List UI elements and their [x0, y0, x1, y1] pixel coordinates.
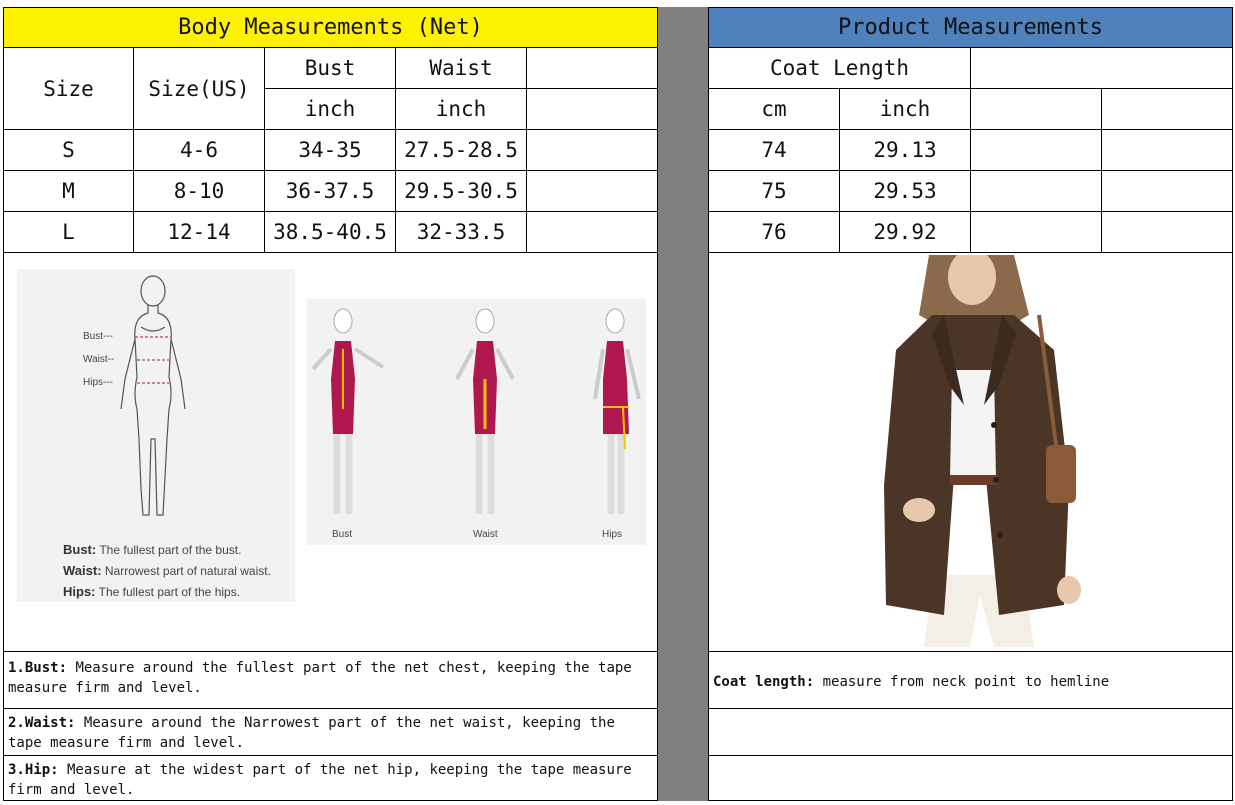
waist-note-term: 2.Waist:: [8, 715, 76, 731]
legend-bust-term: Bust:: [63, 542, 97, 557]
hips-label: Hips---: [83, 377, 113, 388]
body-figure-card: Bust--- Waist-- Hips--- Bust: The fulles…: [17, 269, 295, 602]
hips-dress-figure: [593, 308, 641, 514]
body-outline-figure: [120, 275, 186, 516]
legend-waist-desc: Narrowest part of natural waist.: [104, 564, 271, 578]
table-cell-waist: 29.5-30.5: [395, 170, 527, 212]
table-cell-waist: 27.5-28.5: [395, 129, 527, 171]
legend-waist-term: Waist:: [63, 563, 102, 578]
bust-label: Bust---: [83, 331, 113, 342]
table-cell-empty: [1101, 211, 1233, 253]
table-cell-empty: [526, 211, 658, 253]
dress-figures-card: Bust Waist Hips: [307, 299, 646, 545]
table-cell-inch: 29.13: [839, 129, 971, 171]
legend-hips-desc: The fullest part of the hips.: [98, 585, 241, 599]
legend-bust: Bust: The fullest part of the bust.: [63, 542, 241, 557]
unit-empty: [526, 88, 658, 130]
table-cell-cm: 75: [708, 170, 840, 212]
table-cell-empty: [526, 170, 658, 212]
table-cell-size-us: 12-14: [133, 211, 265, 253]
header-size-us: Size(US): [133, 47, 265, 130]
caption-bust: Bust: [332, 529, 353, 540]
empty-note-row: [708, 708, 1233, 756]
unit-inch: inch: [839, 88, 971, 130]
coat-length-note-term: Coat length:: [713, 674, 815, 690]
product-photo-panel: [708, 252, 1233, 652]
body-measurements-title: Body Measurements (Net): [3, 7, 658, 48]
table-cell-bust: 36-37.5: [264, 170, 396, 212]
header-empty: [526, 47, 658, 89]
table-cell-bust: 38.5-40.5: [264, 211, 396, 253]
legend-waist: Waist: Narrowest part of natural waist.: [63, 563, 271, 578]
model-wearing-coat-photo: [824, 255, 1124, 647]
waist-label: Waist--: [83, 354, 115, 365]
header-coat-length: Coat Length: [708, 47, 971, 89]
table-cell-empty: [970, 211, 1102, 253]
table-cell-size-us: 4-6: [133, 129, 265, 171]
caption-hips: Hips: [602, 529, 623, 540]
table-cell-cm: 76: [708, 211, 840, 253]
table-cell-inch: 29.53: [839, 170, 971, 212]
header-size: Size: [3, 47, 134, 130]
header-waist: Waist: [395, 47, 527, 89]
product-measurements-title: Product Measurements: [708, 7, 1233, 48]
header-empty: [970, 47, 1233, 89]
waist-dress-figure: [455, 308, 515, 514]
table-cell-cm: 74: [708, 129, 840, 171]
table-cell-empty: [1101, 170, 1233, 212]
legend-hips: Hips: The fullest part of the hips.: [63, 584, 240, 599]
waist-note-text: Measure around the Narrowest part of the…: [8, 715, 615, 751]
table-cell-size-us: 8-10: [133, 170, 265, 212]
bust-note-term: 1.Bust:: [8, 660, 68, 676]
dress-silhouettes: [311, 308, 641, 514]
bust-note: 1.Bust: Measure around the fullest part …: [3, 651, 658, 709]
table-cell-empty: [970, 129, 1102, 171]
table-cell-size: S: [3, 129, 134, 171]
column-divider: [657, 7, 708, 801]
hip-note: 3.Hip: Measure at the widest part of the…: [3, 755, 658, 801]
coat-length-note: Coat length: measure from neck point to …: [708, 651, 1233, 709]
table-cell-waist: 32-33.5: [395, 211, 527, 253]
bust-dress-figure: [311, 308, 385, 514]
unit-empty: [970, 88, 1102, 130]
table-cell-inch: 29.92: [839, 211, 971, 253]
unit-cm: cm: [708, 88, 840, 130]
hip-note-text: Measure at the widest part of the net hi…: [8, 762, 632, 798]
unit-empty: [1101, 88, 1233, 130]
bust-note-text: Measure around the fullest part of the n…: [8, 660, 632, 696]
measurement-guide-panel: Bust--- Waist-- Hips--- Bust: The fulles…: [3, 252, 658, 652]
table-cell-empty: [1101, 129, 1233, 171]
legend-bust-desc: The fullest part of the bust.: [99, 543, 242, 557]
table-cell-size: M: [3, 170, 134, 212]
unit-bust-inch: inch: [264, 88, 396, 130]
caption-waist: Waist: [473, 529, 498, 540]
empty-note-row: [708, 755, 1233, 801]
header-bust: Bust: [264, 47, 396, 89]
table-cell-size: L: [3, 211, 134, 253]
waist-note: 2.Waist: Measure around the Narrowest pa…: [3, 708, 658, 756]
hip-note-term: 3.Hip:: [8, 762, 59, 778]
unit-waist-inch: inch: [395, 88, 527, 130]
table-cell-empty: [970, 170, 1102, 212]
table-cell-empty: [526, 129, 658, 171]
table-cell-bust: 34-35: [264, 129, 396, 171]
legend-hips-term: Hips:: [63, 584, 96, 599]
coat-length-note-text: measure from neck point to hemline: [814, 674, 1110, 690]
